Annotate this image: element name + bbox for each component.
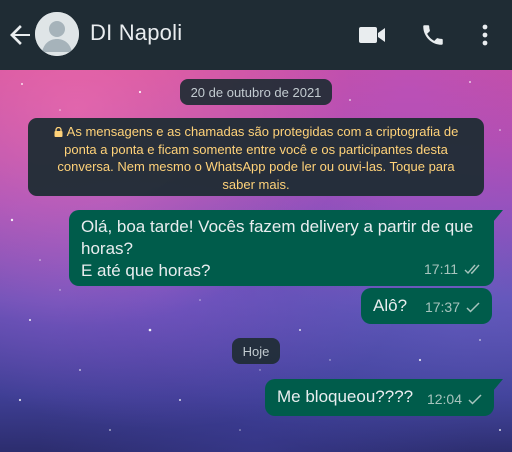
chat-area[interactable]: 20 de outubro de 2021 As mensagens e as … — [0, 70, 512, 452]
single-check-icon — [468, 393, 482, 405]
message-meta: 17:11 — [424, 258, 482, 280]
message-bubble-outgoing[interactable]: Olá, boa tarde! Vocês fazem delivery a p… — [69, 210, 503, 286]
message-time: 17:37 — [424, 299, 460, 315]
avatar[interactable] — [35, 12, 79, 56]
message-bubble-outgoing[interactable]: Alô? 17:37 — [361, 288, 492, 324]
chat-header: DI Napoli — [0, 0, 512, 70]
more-vert-icon[interactable] — [470, 20, 500, 50]
message-text: Olá, boa tarde! Vocês fazem delivery a p… — [81, 217, 474, 280]
avatar-icon — [35, 12, 79, 56]
contact-name[interactable]: DI Napoli — [90, 20, 182, 46]
double-check-icon — [464, 264, 480, 274]
video-call-icon[interactable] — [357, 20, 387, 50]
date-divider: 20 de outubro de 2021 — [180, 79, 332, 105]
lock-icon — [54, 127, 63, 137]
back-arrow-icon[interactable] — [6, 21, 34, 49]
message-time: 12:04 — [426, 391, 462, 407]
message-bubble-outgoing[interactable]: Me bloqueou???? 12:04 — [265, 379, 503, 416]
bubble-tail — [493, 210, 503, 222]
today-divider: Hoje — [232, 338, 280, 364]
single-check-icon — [466, 301, 480, 313]
message-time: 17:11 — [424, 261, 458, 277]
message-meta: 12:04 — [427, 388, 482, 410]
voice-call-icon[interactable] — [418, 20, 448, 50]
bubble-tail — [493, 379, 503, 391]
encryption-notice-text: As mensagens e as chamadas são protegida… — [57, 124, 459, 192]
message-meta: 17:37 — [425, 296, 480, 318]
encryption-notice[interactable]: As mensagens e as chamadas são protegida… — [28, 118, 484, 196]
